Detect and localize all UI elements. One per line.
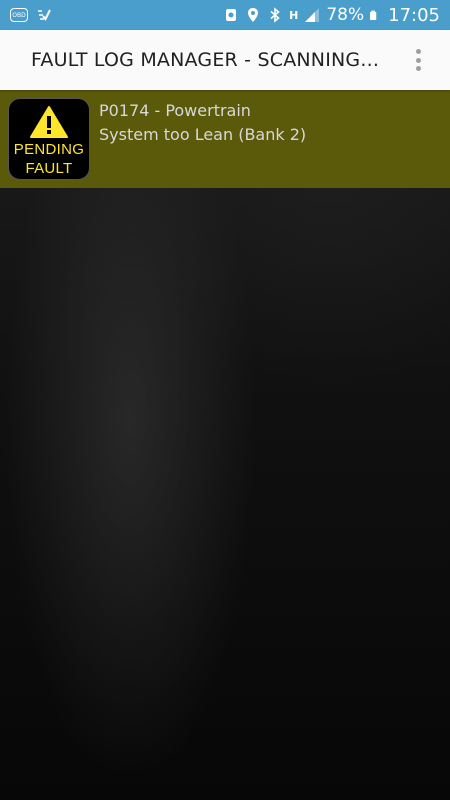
fault-code: P0174 - Powertrain (99, 101, 251, 120)
fault-description: System too Lean (Bank 2) (99, 125, 307, 144)
status-bar: OBD H 78% 17:05 (0, 0, 450, 30)
status-left: OBD (10, 7, 52, 23)
fault-text: P0174 - Powertrain System too Lean (Bank… (99, 99, 306, 147)
battery-percent: 78% (326, 5, 365, 25)
menu-dot (415, 66, 421, 71)
obd-icon: OBD (10, 8, 28, 22)
signal-icon (305, 8, 320, 22)
menu-dot (415, 49, 421, 54)
badge-label-line2: FAULT (25, 160, 73, 177)
sync-icon (226, 9, 237, 21)
overflow-menu-icon[interactable] (414, 49, 422, 71)
battery-icon (370, 10, 377, 20)
menu-dot (415, 57, 421, 63)
network-h-icon: H (289, 8, 299, 22)
screen: OBD H 78% 17:05 FAULT LOG MANAGER - SCAN… (0, 0, 450, 800)
bluetooth-icon (270, 7, 280, 23)
background-texture (0, 90, 450, 800)
pending-fault-badge: PENDING FAULT (8, 98, 90, 180)
checkmark-icon (38, 9, 51, 21)
app-bar: FAULT LOG MANAGER - SCANNING... (0, 30, 450, 90)
badge-label-line1: PENDING (13, 141, 85, 158)
fault-list-item[interactable]: PENDING FAULT P0174 - Powertrain System … (0, 90, 450, 188)
status-right: H 78% 17:05 (223, 5, 440, 26)
warning-icon (30, 106, 68, 138)
clock: 17:05 (388, 4, 440, 26)
page-title: FAULT LOG MANAGER - SCANNING... (31, 49, 380, 71)
location-icon (248, 8, 259, 22)
